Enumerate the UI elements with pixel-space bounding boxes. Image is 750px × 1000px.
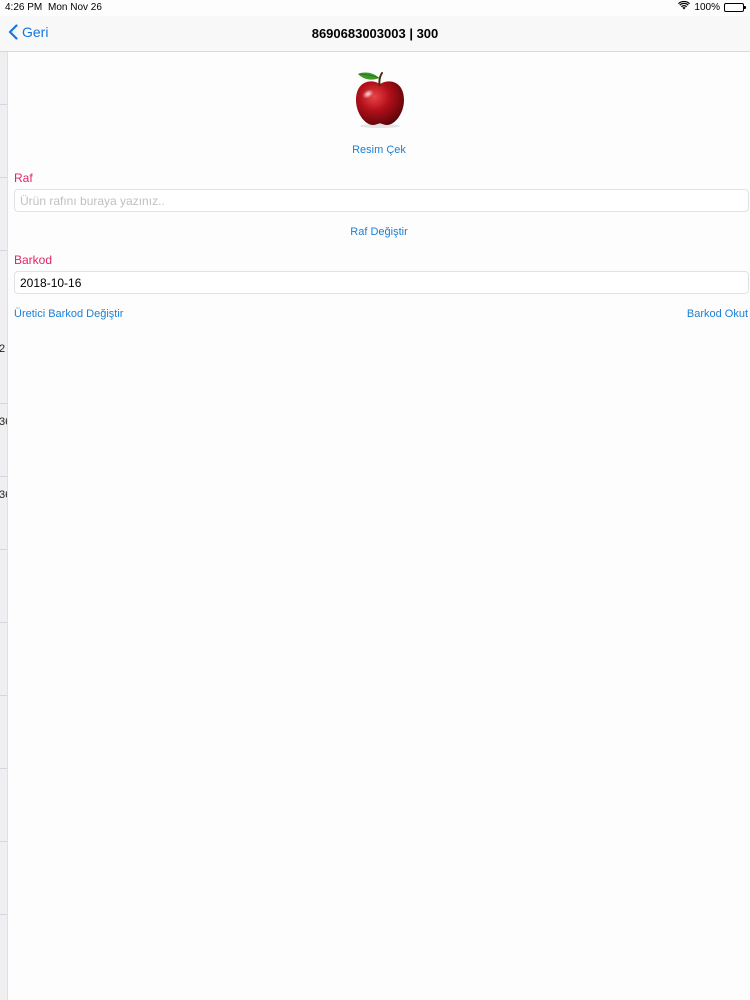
navigation-bar: Geri 8690683003003 | 300: [0, 16, 750, 52]
list-separator: [0, 768, 7, 769]
status-bar: 4:26 PM Mon Nov 26 100%: [0, 0, 750, 16]
list-separator: [0, 841, 7, 842]
list-separator: [0, 622, 7, 623]
list-fragment-text: 36: [0, 489, 7, 501]
status-date: Mon Nov 26: [48, 2, 102, 13]
barkod-input[interactable]: [14, 271, 749, 294]
raf-change-button[interactable]: Raf Değiştir: [8, 226, 750, 238]
raf-label: Raf: [14, 171, 33, 185]
background-list-strip: 2 36 36: [0, 52, 8, 1000]
take-photo-button[interactable]: Resim Çek: [8, 144, 750, 156]
list-separator: [0, 177, 7, 178]
battery-percent: 100%: [694, 1, 720, 13]
status-time: 4:26 PM: [5, 2, 43, 13]
page-title: 8690683003003 | 300: [311, 26, 439, 41]
raf-input[interactable]: [14, 189, 749, 212]
status-right: 100%: [678, 0, 746, 13]
list-separator: [0, 403, 7, 404]
barkod-label: Barkod: [14, 253, 53, 267]
list-separator: [0, 250, 7, 251]
list-separator: [0, 476, 7, 477]
list-fragment-text: 36: [0, 416, 7, 428]
manufacturer-barcode-change-button[interactable]: Üretici Barkod Değiştir: [14, 308, 123, 320]
wifi-icon: [678, 0, 691, 13]
list-separator: [0, 549, 7, 550]
battery-icon: [724, 2, 746, 12]
list-fragment-text: 2: [0, 343, 5, 355]
list-separator: [0, 104, 7, 105]
list-separator: [0, 695, 7, 696]
list-separator: [0, 914, 7, 915]
scan-barcode-button[interactable]: Barkod Okut: [687, 308, 748, 320]
product-detail-form: Resim Çek Raf Raf Değiştir Barkod Üretic…: [8, 52, 750, 1000]
apple-image: [350, 68, 410, 128]
